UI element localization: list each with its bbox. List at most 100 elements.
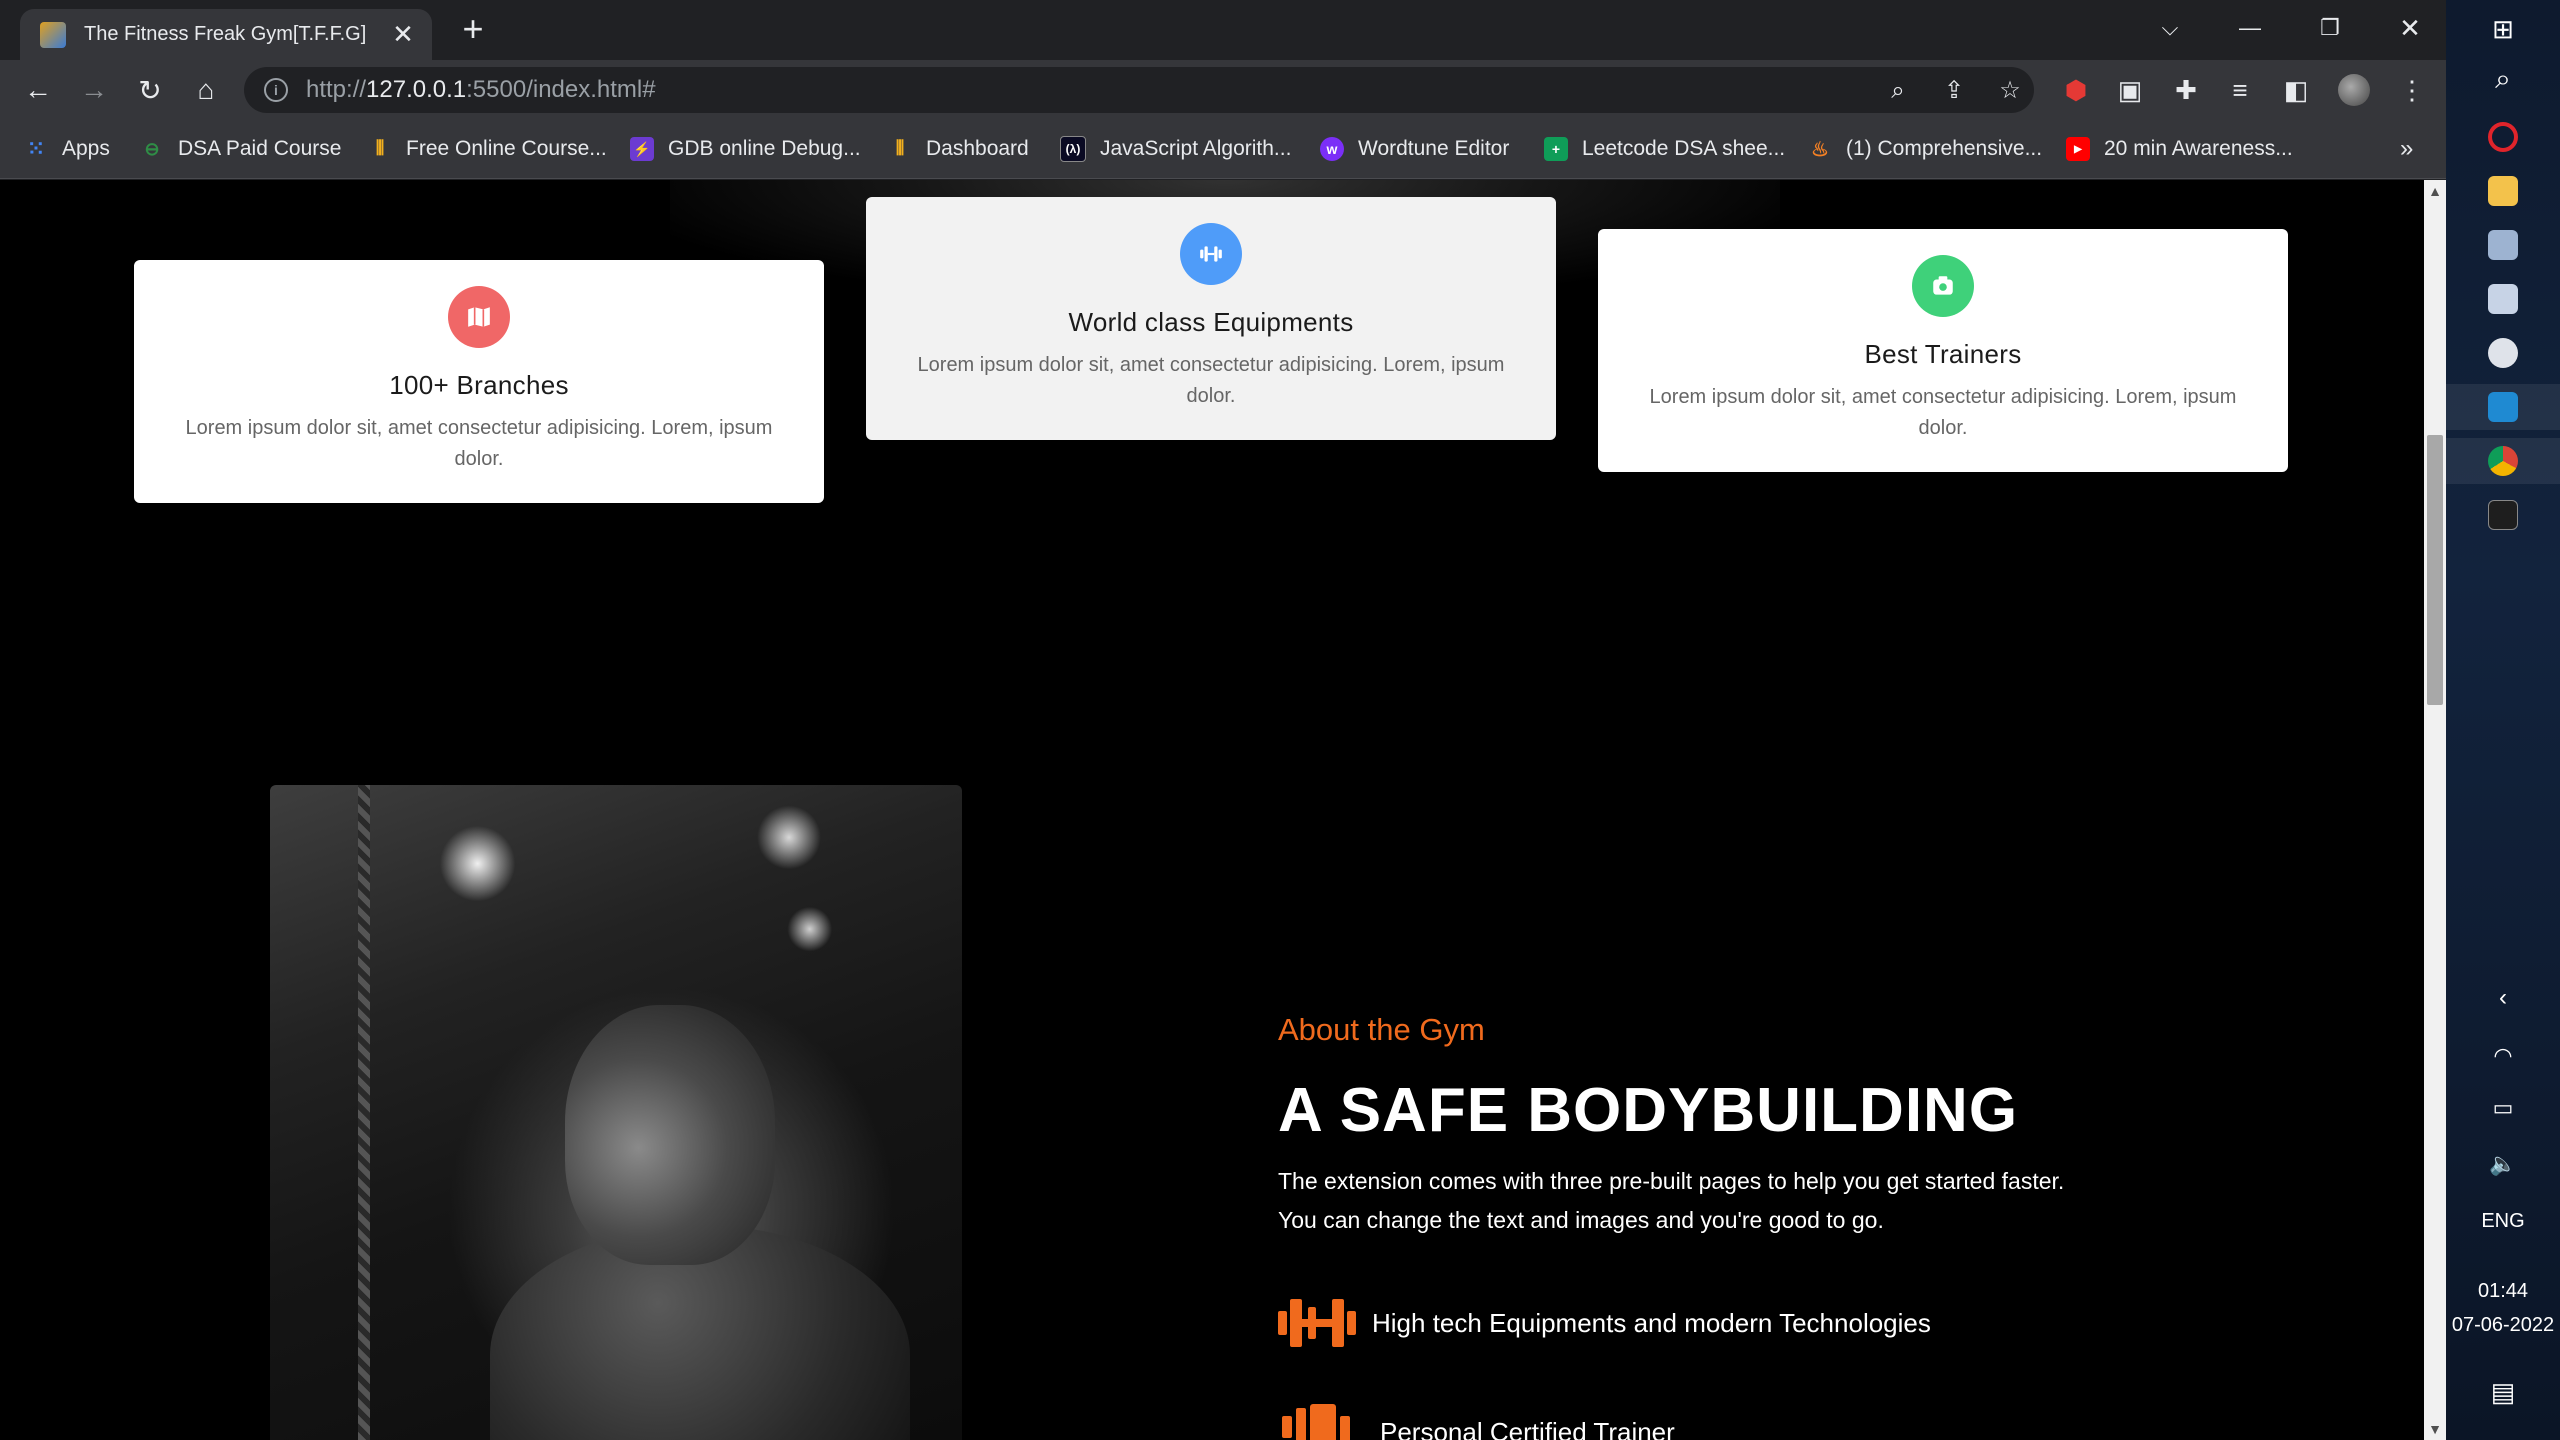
terminal-app-icon[interactable] [2446,492,2560,538]
browser-chrome: The Fitness Freak Gym[T.F.F.G] ✕ + ⌵ — ❐… [0,0,2446,180]
about-feature-item: High tech Equipments and modern Technolo… [1278,1295,1931,1351]
tab-close-icon[interactable]: ✕ [388,19,418,50]
page-viewport: 100+ Branches Lorem ipsum dolor sit, ame… [0,180,2424,1440]
bookmark-wordtune-editor[interactable]: w Wordtune Editor [1320,132,1509,166]
bookmark-dashboard[interactable]: ⦀ Dashboard [888,132,1029,166]
new-tab-button[interactable]: + [455,11,491,48]
tab-title: The Fitness Freak Gym[T.F.F.G] [84,23,367,45]
chrome-app-icon[interactable] [2446,438,2560,484]
wordtune-icon: w [1320,137,1344,161]
camera-icon [1912,255,1974,317]
extension-icon[interactable]: ▣ [2112,72,2148,108]
trainer-icon [1278,1404,1356,1440]
app-icon[interactable] [2446,222,2560,268]
app-icon[interactable] [2446,276,2560,322]
browser-toolbar: ← → ↻ ⌂ i http://127.0.0.1:5500/index.ht… [0,60,2446,120]
card-title: World class Equipments [1068,307,1354,337]
windows-start-icon[interactable]: ⊞ [2446,8,2560,50]
tab-strip: The Fitness Freak Gym[T.F.F.G] ✕ + ⌵ — ❐… [0,0,2446,60]
feature-card-equipments: World class Equipments Lorem ipsum dolor… [866,197,1556,440]
gfg-icon: ⊖ [144,138,160,159]
clock-date[interactable]: 07-06-2022 [2446,1314,2560,1337]
tab-search-chevron-icon[interactable]: ⌵ [2130,0,2210,56]
file-explorer-icon[interactable] [2446,168,2560,214]
youtube-icon: ▶ [2066,137,2090,161]
media-control-icon[interactable]: ≡ [2222,72,2258,108]
zoom-icon[interactable]: ⌕ [1884,77,1912,105]
about-description-line: You can change the text and images and y… [1278,1207,1884,1233]
card-text: Lorem ipsum dolor sit, amet consectetur … [185,417,773,470]
home-button[interactable]: ⌂ [186,70,226,110]
card-title: 100+ Branches [389,370,569,400]
sheets-icon: + [1544,137,1568,161]
clock-time[interactable]: 01:44 [2446,1280,2560,1303]
bolt-icon: ⚡ [630,137,654,161]
bookmark-free-online-course[interactable]: ⦀ Free Online Course... [368,132,607,166]
about-feature-item: Personal Certified Trainer [1278,1404,1675,1440]
search-icon[interactable]: ⌕ [2446,58,2560,100]
url-text[interactable]: http://127.0.0.1:5500/index.html# [306,76,656,104]
site-info-icon[interactable]: i [264,78,288,102]
vscode-app-icon[interactable] [2446,384,2560,430]
bars-icon: ⦀ [895,137,905,160]
scrollbar-thumb[interactable] [2427,435,2443,705]
opera-app-icon[interactable] [2446,114,2560,160]
address-bar[interactable]: i http://127.0.0.1:5500/index.html# ⌕ ⇪ … [244,67,2034,113]
gym-woman-photo [270,785,962,1440]
about-subtitle: About the Gym [1278,1012,1485,1047]
bookmark-star-icon[interactable]: ☆ [1996,77,2024,105]
bookmark-leetcode-dsa-sheet[interactable]: + Leetcode DSA shee... [1544,132,1785,166]
card-text: Lorem ipsum dolor sit, amet consectetur … [1649,386,2237,439]
bookmarks-bar: ⁙ Apps ⊖ DSA Paid Course ⦀ Free Online Cour… [0,120,2446,179]
more-bookmarks-button[interactable]: » [2400,132,2413,166]
app-icon[interactable] [2446,330,2560,376]
volume-icon[interactable]: 🔈 [2446,1144,2560,1184]
bookmark-gdb-online-debugger[interactable]: ⚡ GDB online Debug... [630,132,861,166]
map-icon [448,286,510,348]
card-text: Lorem ipsum dolor sit, amet consectetur … [917,354,1505,407]
about-description-line: The extension comes with three pre-built… [1278,1168,2065,1194]
feature-label: High tech Equipments and modern Technolo… [1372,1307,1931,1338]
about-description: The extension comes with three pre-built… [1278,1162,2118,1240]
windows-taskbar: ⊞ ⌕ ‹ ◠ ▭ 🔈 ENG 01:44 07-06-2022 ▤ [2446,0,2560,1440]
chevron-left-icon[interactable]: ‹ [2446,978,2560,1018]
restore-button[interactable]: ❐ [2290,0,2370,56]
language-indicator[interactable]: ENG [2446,1210,2560,1233]
site-favicon-icon [40,21,66,48]
bars-icon: ⦀ [375,137,385,160]
back-button[interactable]: ← [18,70,58,110]
share-icon[interactable]: ⇪ [1940,77,1968,105]
bookmark-dsa-paid-course[interactable]: ⊖ DSA Paid Course [140,132,341,166]
card-title: Best Trainers [1864,339,2022,369]
feature-card-branches: 100+ Branches Lorem ipsum dolor sit, ame… [134,260,824,503]
battery-icon[interactable]: ▭ [2446,1088,2560,1128]
reload-button[interactable]: ↻ [130,70,170,110]
side-panel-icon[interactable]: ◧ [2278,72,2314,108]
extensions-puzzle-icon[interactable]: ✚ [2168,72,2204,108]
adblock-extension-icon[interactable]: ⬢ [2058,72,2094,108]
profile-avatar[interactable] [2336,72,2372,108]
close-window-button[interactable]: ✕ [2370,0,2450,56]
scroll-down-arrow-icon[interactable]: ▼ [2424,1418,2446,1440]
bookmark-apps[interactable]: ⁙ Apps [24,132,110,166]
bookmark-20-min-awareness[interactable]: ▶ 20 min Awareness... [2066,132,2293,166]
about-title: A SAFE BODYBUILDING [1278,1076,2019,1145]
forward-button[interactable]: → [74,70,114,110]
browser-menu-icon[interactable]: ⋮ [2394,72,2430,108]
photo-rope [358,785,370,1440]
wifi-icon[interactable]: ◠ [2446,1036,2560,1076]
feature-label: Personal Certified Trainer [1380,1416,1675,1440]
freecodecamp-icon: (λ) [1060,136,1086,162]
scroll-up-arrow-icon[interactable]: ▲ [2424,180,2446,202]
bookmark-comprehensive[interactable]: ♨ (1) Comprehensive... [1808,132,2042,166]
feature-card-trainers: Best Trainers Lorem ipsum dolor sit, ame… [1598,229,2288,472]
dumbbell-icon [1180,223,1242,285]
minimize-button[interactable]: — [2210,0,2290,56]
photo-head [565,1005,775,1265]
dumbbell-icon [1278,1295,1356,1351]
bookmark-javascript-algorithms[interactable]: (λ) JavaScript Algorith... [1060,132,1291,166]
browser-tab-active[interactable]: The Fitness Freak Gym[T.F.F.G] ✕ [20,9,432,60]
notifications-icon[interactable]: ▤ [2446,1370,2560,1414]
apps-grid-icon: ⁙ [26,136,46,161]
page-scrollbar[interactable]: ▲ ▼ [2424,180,2446,1440]
